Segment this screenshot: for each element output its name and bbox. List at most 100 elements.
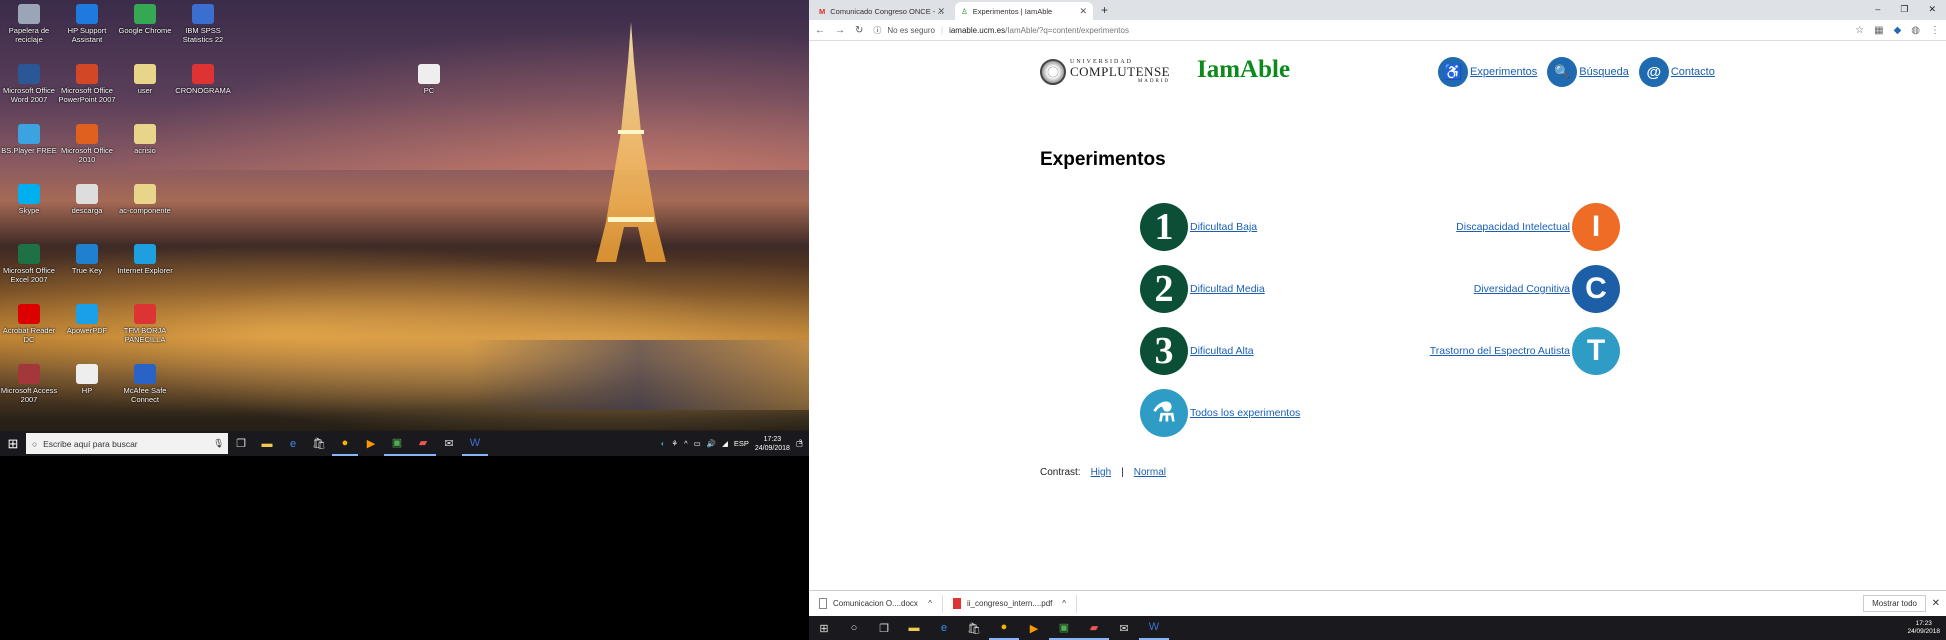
desktop-shortcut[interactable]: Papelera de reciclaje <box>0 4 58 44</box>
chrome-taskbar-icon[interactable]: ● <box>332 431 358 456</box>
desktop-shortcut[interactable]: Microsoft Office Excel 2007 <box>0 244 58 284</box>
chevron-up-icon[interactable]: ^ <box>928 599 932 608</box>
experiment-link[interactable]: Diversidad Cognitiva <box>1474 283 1570 295</box>
word-taskbar-icon[interactable]: W <box>462 431 488 456</box>
new-tab-button[interactable]: + <box>1101 3 1108 17</box>
desktop-shortcut[interactable]: acrisio <box>116 124 174 155</box>
desktop-shortcut[interactable]: PC <box>400 64 458 95</box>
experiment-link[interactable]: Dificultad Media <box>1190 283 1265 295</box>
edge-icon[interactable]: e <box>280 431 306 456</box>
desktop-shortcut[interactable]: Microsoft Access 2007 <box>0 364 58 404</box>
desktop-shortcut[interactable]: HP Support Assistant <box>58 4 116 44</box>
close-icon[interactable]: ✕ <box>1932 598 1940 609</box>
battery-icon[interactable]: ▭ <box>694 439 701 448</box>
vpn-taskbar-icon[interactable]: ▰ <box>1079 616 1109 640</box>
vpn-taskbar-icon[interactable]: ▰ <box>410 431 436 456</box>
experiment-link[interactable]: Trastorno del Espectro Autista <box>1430 345 1570 357</box>
nav-busqueda[interactable]: 🔍 Búsqueda <box>1547 57 1629 87</box>
store-icon[interactable]: 🛍 <box>306 431 332 456</box>
desktop-shortcut[interactable]: True Key <box>58 244 116 275</box>
experiment-dificultad-media[interactable]: 2 Dificultad Media <box>1140 265 1265 313</box>
chrome-taskbar-icon[interactable]: ● <box>989 616 1019 640</box>
minimize-button[interactable]: – <box>1875 4 1880 14</box>
desktop-shortcut[interactable]: ac-componente <box>116 184 174 215</box>
desktop-shortcut[interactable]: Google Chrome <box>116 4 174 35</box>
word-taskbar-icon[interactable]: W <box>1139 616 1169 640</box>
contrast-high-link[interactable]: High <box>1091 467 1112 478</box>
media-player-icon[interactable]: ▶ <box>358 431 384 456</box>
desktop-shortcut[interactable]: user <box>116 64 174 95</box>
windows-start-icon[interactable]: ⊞ <box>809 616 839 640</box>
download-item[interactable]: ii_congreso_intern....pdf ^ <box>943 594 1077 613</box>
experiment-link[interactable]: Todos los experimentos <box>1190 407 1300 419</box>
desktop-shortcut[interactable]: Internet Explorer <box>116 244 174 275</box>
tab-gmail[interactable]: M Comunicado Congreso ONCE - ... ✕ <box>813 2 951 20</box>
nav-link[interactable]: Búsqueda <box>1579 66 1629 78</box>
task-view-icon[interactable]: ❐ <box>869 616 899 640</box>
back-arrow-icon[interactable]: ← <box>815 25 825 36</box>
chevron-up-icon[interactable]: ^ <box>1062 599 1066 608</box>
experiment-discapacidad-intelectual[interactable]: Discapacidad Intelectual I <box>1456 203 1620 251</box>
experiment-link[interactable]: Dificultad Baja <box>1190 221 1257 233</box>
app-taskbar-icon[interactable]: ▣ <box>384 431 410 456</box>
people-icon[interactable]: ⚘ <box>671 439 678 448</box>
windows-start-icon[interactable]: ⊞ <box>0 431 26 456</box>
experiment-tea[interactable]: Trastorno del Espectro Autista T <box>1430 327 1620 375</box>
experiment-link[interactable]: Discapacidad Intelectual <box>1456 221 1570 233</box>
experiment-diversidad-cognitiva[interactable]: Diversidad Cognitiva C <box>1474 265 1620 313</box>
nav-link[interactable]: Experimentos <box>1470 66 1537 78</box>
show-all-button[interactable]: Mostrar todo <box>1863 595 1926 612</box>
forward-arrow-icon[interactable]: → <box>835 25 845 36</box>
file-explorer-icon[interactable]: ▬ <box>254 431 280 456</box>
notifications-icon[interactable]: ▢ 3 <box>796 439 803 448</box>
close-tab-icon[interactable]: ✕ <box>1079 6 1087 17</box>
close-tab-icon[interactable]: ✕ <box>937 6 945 17</box>
experiment-dificultad-baja[interactable]: 1 Dificultad Baja <box>1140 203 1257 251</box>
taskbar-clock[interactable]: 17:23 24/09/2018 <box>1907 620 1940 636</box>
desktop-shortcut[interactable]: CRONOGRAMA <box>174 64 232 95</box>
task-view-icon[interactable]: ❐ <box>228 431 254 456</box>
ucm-logo[interactable]: UNIVERSIDAD COMPLUTENSE MADRID <box>1040 57 1170 87</box>
desktop-shortcut[interactable]: Skype <box>0 184 58 215</box>
tab-iamable[interactable]: ♙ Experimentos | IamAble ✕ <box>955 2 1093 20</box>
download-item[interactable]: Comunicacion O....docx ^ <box>809 594 943 613</box>
mail-icon[interactable]: ✉ <box>1109 616 1139 640</box>
mail-icon[interactable]: ✉ <box>436 431 462 456</box>
cortana-icon[interactable]: ○ <box>839 616 869 640</box>
restore-button[interactable]: ❐ <box>1900 4 1908 15</box>
info-icon[interactable]: ⓘ <box>873 25 881 36</box>
app-taskbar-icon[interactable]: ▣ <box>1049 616 1079 640</box>
language-indicator[interactable]: ESP <box>734 439 749 448</box>
profile-icon[interactable]: ◍ <box>1911 25 1920 36</box>
desktop-shortcut[interactable]: TFM BORJA PANECILLA <box>116 304 174 344</box>
contrast-normal-link[interactable]: Normal <box>1134 467 1166 478</box>
nav-contacto[interactable]: @ Contacto <box>1638 57 1715 87</box>
network-icon[interactable]: ◢ <box>722 439 728 448</box>
close-window-button[interactable]: ✕ <box>1928 4 1936 15</box>
nav-link[interactable]: Contacto <box>1671 66 1715 78</box>
desktop-shortcut[interactable]: McAfee Safe Connect <box>116 364 174 404</box>
menu-dots-icon[interactable]: ⋮ <box>1930 25 1940 36</box>
store-icon[interactable]: 🛍 <box>959 616 989 640</box>
desktop-shortcut[interactable]: ApowerPDF <box>58 304 116 335</box>
nav-experimentos[interactable]: ♿ Experimentos <box>1438 57 1537 87</box>
address-bar[interactable]: ⓘ No es seguro | iamable.ucm.es/IamAble/… <box>873 25 1845 36</box>
reload-icon[interactable]: ↻ <box>855 25 863 36</box>
experiment-dificultad-alta[interactable]: 3 Dificultad Alta <box>1140 327 1254 375</box>
microphone-icon[interactable]: 🎙 <box>213 438 224 449</box>
edge-icon[interactable]: e <box>929 616 959 640</box>
chevron-up-icon[interactable]: ^ <box>684 439 688 448</box>
extension-icon[interactable]: ◆ <box>1894 25 1902 36</box>
desktop-shortcut[interactable]: HP <box>58 364 116 395</box>
desktop-shortcut[interactable]: IBM SPSS Statistics 22 <box>174 4 232 44</box>
iamable-logo[interactable]: IamAble <box>1197 56 1290 84</box>
bookmark-star-icon[interactable]: ☆ <box>1855 25 1864 36</box>
taskbar-search-box[interactable]: ○ Escribe aquí para buscar 🎙 <box>26 433 228 454</box>
extension-icon[interactable]: ▦ <box>1874 25 1883 36</box>
desktop-shortcut[interactable]: Acrobat Reader DC <box>0 304 58 344</box>
file-explorer-icon[interactable]: ▬ <box>899 616 929 640</box>
desktop-shortcut[interactable]: descarga <box>58 184 116 215</box>
experiment-todos[interactable]: ⚗ Todos los experimentos <box>1140 389 1300 437</box>
desktop-shortcut[interactable]: Microsoft Office PowerPoint 2007 <box>58 64 116 104</box>
volume-icon[interactable]: 🔊 <box>707 439 716 448</box>
